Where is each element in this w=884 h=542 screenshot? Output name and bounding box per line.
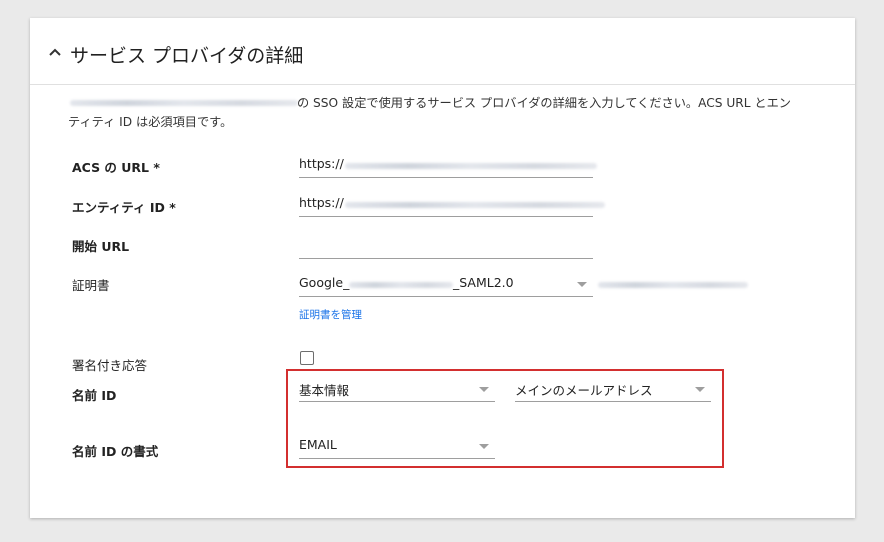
- certificate-label: 証明書: [72, 278, 110, 293]
- signed-response-label: 署名付き応答: [72, 358, 148, 373]
- start-url-label: 開始 URL: [72, 239, 130, 254]
- description-text: の SSO 設定で使用するサービス プロバイダの詳細を入力してください。ACS …: [68, 94, 818, 132]
- certificate-select[interactable]: Google_ _SAML2.0: [299, 270, 593, 297]
- entity-id-label: エンティティ ID *: [72, 200, 176, 215]
- entity-id-value: https://: [299, 195, 344, 210]
- signed-response-checkbox[interactable]: [300, 351, 314, 365]
- certificate-value-suffix: _SAML2.0: [453, 275, 514, 290]
- dropdown-arrow-icon: [577, 282, 587, 287]
- chevron-up-icon[interactable]: [48, 46, 62, 58]
- description-line-2: ティティ ID は必須項目です。: [68, 115, 233, 129]
- redacted-entity-id: [345, 202, 605, 208]
- redacted-certificate: [349, 282, 453, 288]
- redacted-certificate-info: [598, 282, 748, 288]
- start-url-input[interactable]: [299, 232, 593, 259]
- certificate-value-prefix: Google_: [299, 275, 350, 290]
- entity-id-input[interactable]: https://: [299, 190, 605, 217]
- service-provider-card: サービス プロバイダの詳細 の SSO 設定で使用するサービス プロバイダの詳細…: [30, 18, 855, 518]
- name-id-label: 名前 ID: [72, 388, 117, 403]
- acs-url-label: ACS の URL *: [72, 160, 160, 175]
- redacted-acs-url: [345, 163, 597, 169]
- card-header[interactable]: サービス プロバイダの詳細: [30, 18, 855, 85]
- highlight-box: [286, 369, 724, 468]
- name-id-format-label: 名前 ID の書式: [72, 444, 159, 459]
- manage-certificates-link[interactable]: 証明書を管理: [299, 307, 362, 322]
- card-title: サービス プロバイダの詳細: [70, 45, 304, 67]
- acs-url-input[interactable]: https://: [299, 151, 597, 178]
- acs-url-value: https://: [299, 156, 344, 171]
- description-line-1: の SSO 設定で使用するサービス プロバイダの詳細を入力してください。ACS …: [297, 96, 791, 110]
